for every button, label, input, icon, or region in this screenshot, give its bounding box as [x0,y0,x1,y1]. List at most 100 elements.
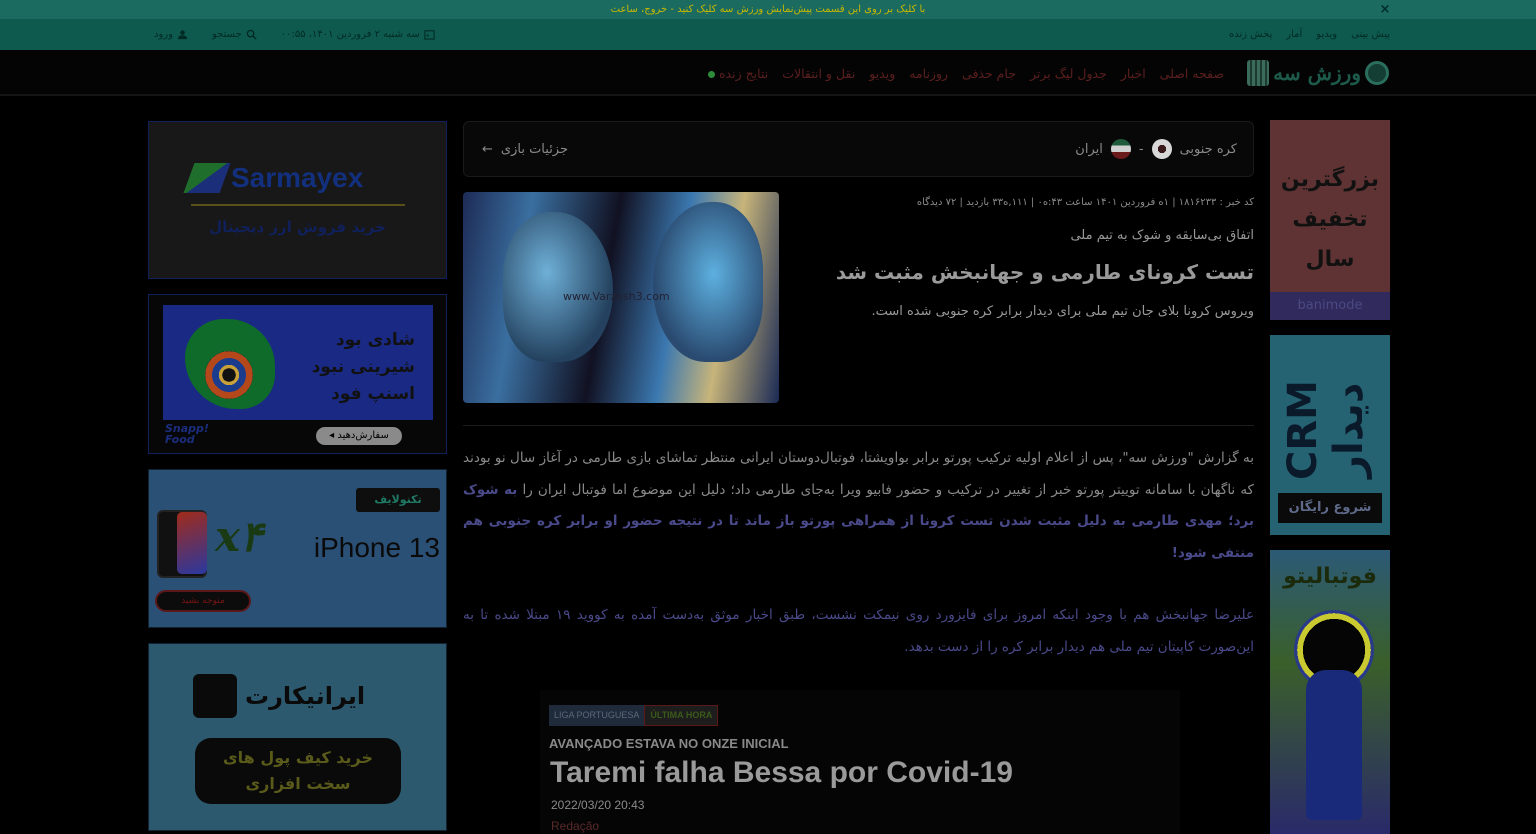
banimode-text: بزرگترین تخفیف سال [1270,160,1390,280]
ad-iranicard[interactable]: ایرانیکارت خرید کیف پول های سخت افزاری [148,643,447,831]
article-meta: کد خبر : ۱۸۱۶۲۳۳ | ۱ه فروردین ۱۴۰۱ ساعت … [916,197,1254,208]
top-link-video[interactable]: ویدیو [1316,29,1337,40]
ad-banimode[interactable]: بزرگترین تخفیف سال banimode [1270,120,1390,320]
nav-item-cup[interactable]: جام حذفی [962,66,1016,81]
logo-text: ورزش سه [1273,61,1361,85]
iranicard-button-line2: سخت افزاری [245,774,351,793]
sarmayex-mark-icon [183,163,231,193]
technolife-x4: x۴ [215,512,263,561]
article-kicker: اتفاق بی‌سابقه و شوک به تیم ملی [1070,228,1254,243]
banimode-line2: تخفیف [1292,207,1368,232]
embed-title[interactable]: Taremi falha Bessa por Covid-19 [550,756,1013,790]
ad-snappfood[interactable]: شادی بود شیرینی نبود اسنپ فود Snapp! Foo… [148,294,447,454]
embed-tags: LIGA PORTUGUESA ÚLTIMA HORA [549,705,719,726]
image-face-left [503,212,613,362]
match-box[interactable]: کره جنوبی - ایران ← جزئیات بازی [463,121,1254,177]
embed-date: 2022/03/20 20:43 [551,798,645,812]
image-watermark: www.Varzesh3.com [563,290,670,303]
snappfood-brand2: Food [165,433,195,446]
nav-item-live-label: نتایج زنده [718,65,769,81]
nav-item-news[interactable]: اخبار [1121,66,1146,81]
match-teams: کره جنوبی - ایران [1075,122,1237,176]
top-link-live[interactable]: پخش زنده [1229,29,1272,40]
main-navigation: ورزش سه صفحه اصلی اخبار جدول لیگ برتر جا… [0,50,1536,96]
snappfood-text: شادی بود شیرینی نبود اسنپ فود [312,327,415,408]
paragraph-1-text: به گزارش "ورزش سه"، پس از اعلام اولیه تر… [463,450,1254,498]
ad-crm[interactable]: CRM دیدار شروع رایگان [1270,335,1390,535]
image-face-right [653,202,763,362]
banimode-brand: banimode [1270,292,1390,320]
banimode-line1: بزرگترین [1280,167,1380,192]
article-paragraph-2: علیرضا جهانبخش هم با وجود اینکه امروز بر… [463,607,1255,655]
technolife-button[interactable]: متوجه بشید [155,590,251,612]
iranicard-logo: ایرانیکارت [193,674,365,718]
top-link-predict[interactable]: پیش بینی [1351,29,1390,40]
away-team: ایران [1075,141,1103,157]
iranicard-button[interactable]: خرید کیف پول های سخت افزاری [195,738,401,804]
logo-badge-icon [1247,60,1270,86]
snappfood-line3: اسنپ فود [331,384,415,404]
search-label: جستجو [211,29,242,40]
korea-flag-icon [1151,139,1172,159]
nav-item-home[interactable]: صفحه اصلی [1160,66,1224,81]
arrow-left-icon: ← [482,141,493,157]
footballito-player-image [1306,670,1362,820]
search-icon [246,29,257,40]
nav-item-live-results[interactable]: نتایج زنده [707,65,769,81]
nav-items: صفحه اصلی اخبار جدول لیگ برتر جام حذفی ر… [707,50,1224,96]
banimode-line3: سال [1305,247,1355,272]
iranicard-button-line1: خرید کیف پول های [222,748,374,767]
iphone-screen-icon [177,512,207,574]
login-label: ورود [154,29,173,40]
iran-flag-icon [1110,139,1131,159]
top-utility-bar: پیش بینی ویدیو آمار پخش زنده ورود جستجو … [0,19,1536,50]
nav-item-league-table[interactable]: جدول لیگ برتر [1030,66,1107,81]
snappfood-line1: شادی بود [335,330,415,350]
embed-kicker: AVANÇADO ESTAVA NO ONZE INICIAL [549,736,789,751]
date-display: سه شنبه ۲ فروردین ۱۴۰۱، ۰۰:۵۵ [281,29,435,40]
live-dot-icon [707,70,715,78]
snappfood-cake-icon [205,351,253,399]
site-logo[interactable]: ورزش سه [1241,58,1389,88]
technolife-brand: تکنولایف [356,488,440,512]
notice-bar: با کلیک بر روی این قسمت پیش‌نمایش ورزش س… [0,0,1536,19]
iranicard-mark-icon [193,674,237,718]
date-text: سه شنبه ۲ فروردین ۱۴۰۱، ۰۰:۵۵ [280,29,420,40]
ad-footballito[interactable]: فوتبالیتو [1270,550,1390,834]
nav-item-transfers[interactable]: نقل و انتقالات [782,66,855,81]
sarmayex-tagline: خرید فروش ارز دیجیتال [209,218,386,236]
nav-item-video[interactable]: ویدیو [869,66,895,81]
snappfood-brand: Snapp! Food [165,423,209,445]
embed-tag-league[interactable]: LIGA PORTUGUESA [549,705,645,726]
logo-icon [1365,61,1389,85]
article-divider [463,425,1254,426]
top-links: پیش بینی ویدیو آمار پخش زنده [1229,19,1390,50]
embedded-post[interactable]: LIGA PORTUGUESA ÚLTIMA HORA AVANÇADO EST… [540,690,1180,834]
snappfood-line2: شیرینی نبود [311,357,415,377]
notice-text[interactable]: با کلیک بر روی این قسمت پیش‌نمایش ورزش س… [611,4,926,15]
crm-start-button[interactable]: شروع رایگان [1278,493,1382,523]
sarmayex-logo: Sarmayex [183,162,364,194]
match-details-link[interactable]: ← جزئیات بازی [482,122,568,176]
nav-item-newspaper[interactable]: روزنامه [909,66,948,81]
close-icon[interactable]: × [1378,0,1392,19]
sarmayex-divider [191,204,405,206]
article-lead: ویروس کرونا بلای جان تیم ملی برای دیدار … [871,304,1254,319]
snappfood-order-button[interactable]: سفارش‌دهید ◂ [316,427,402,445]
top-link-stats[interactable]: آمار [1286,29,1302,40]
home-team: کره جنوبی [1179,141,1237,157]
footballito-title: فوتبالیتو [1283,564,1377,589]
ad-technolife[interactable]: تکنولایف x۴ iPhone 13 متوجه بشید [148,469,447,628]
sarmayex-brand: Sarmayex [231,162,364,193]
article-title: تست کرونای طارمی و جهانبخش مثبت شد [835,260,1254,284]
snappfood-banner: شادی بود شیرینی نبود اسنپ فود [163,305,433,420]
search-link[interactable]: جستجو [212,29,257,40]
ad-sarmayex[interactable]: Sarmayex خرید فروش ارز دیجیتال [148,121,447,279]
match-details-label: جزئیات بازی [500,141,569,157]
embed-author[interactable]: Redação [551,819,599,833]
embed-tag-breaking[interactable]: ÚLTIMA HORA [644,705,719,726]
top-left-tools: ورود جستجو سه شنبه ۲ فروردین ۱۴۰۱، ۰۰:۵۵ [154,19,435,50]
login-link[interactable]: ورود [154,29,188,40]
technolife-model: iPhone 13 [313,532,440,563]
article-paragraph-1: به گزارش "ورزش سه"، پس از اعلام اولیه تر… [463,443,1254,569]
